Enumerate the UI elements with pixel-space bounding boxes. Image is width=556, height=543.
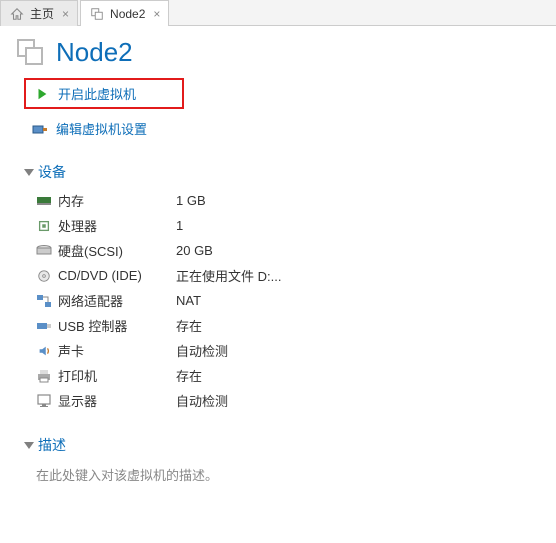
sound-icon [36,343,52,359]
tab-node2-label: Node2 [110,7,145,21]
device-sound[interactable]: 声卡 自动检测 [24,338,532,363]
device-memory[interactable]: 内存 1 GB [24,188,532,213]
vm-icon [89,6,105,22]
power-on-label: 开启此虚拟机 [58,84,136,103]
disk-icon [36,243,52,259]
network-icon [36,293,52,309]
play-icon [34,86,50,102]
device-network[interactable]: 网络适配器 NAT [24,288,532,313]
page-title: Node2 [56,37,133,68]
description-placeholder[interactable]: 在此处键入对该虚拟机的描述。 [24,461,532,484]
close-icon[interactable]: × [62,7,69,21]
home-icon [9,6,25,22]
usb-icon [36,318,52,334]
description-section-label: 描述 [38,435,66,455]
tab-node2[interactable]: Node2 × [80,0,169,26]
chevron-down-icon [24,169,34,176]
edit-settings-label: 编辑虚拟机设置 [56,119,147,138]
tab-home[interactable]: 主页 × [0,0,78,26]
cd-icon [36,268,52,284]
memory-icon [36,193,52,209]
cpu-icon [36,218,52,234]
power-on-button[interactable]: 开启此虚拟机 [24,78,184,109]
close-icon[interactable]: × [153,7,160,21]
vm-large-icon [14,36,46,68]
device-display[interactable]: 显示器 自动检测 [24,388,532,413]
device-cpu[interactable]: 处理器 1 [24,213,532,238]
device-disk[interactable]: 硬盘(SCSI) 20 GB [24,238,532,263]
wrench-icon [32,121,48,137]
device-cd[interactable]: CD/DVD (IDE) 正在使用文件 D:... [24,263,532,288]
description-section-header[interactable]: 描述 [24,435,532,455]
device-printer[interactable]: 打印机 存在 [24,363,532,388]
printer-icon [36,368,52,384]
devices-section-label: 设备 [38,162,66,182]
devices-section-header[interactable]: 设备 [24,162,532,182]
display-icon [36,393,52,409]
chevron-down-icon [24,442,34,449]
page-header: Node2 [0,26,556,78]
tab-bar: 主页 × Node2 × [0,0,556,26]
edit-settings-button[interactable]: 编辑虚拟机设置 [24,115,532,142]
device-usb[interactable]: USB 控制器 存在 [24,313,532,338]
tab-home-label: 主页 [30,5,54,22]
